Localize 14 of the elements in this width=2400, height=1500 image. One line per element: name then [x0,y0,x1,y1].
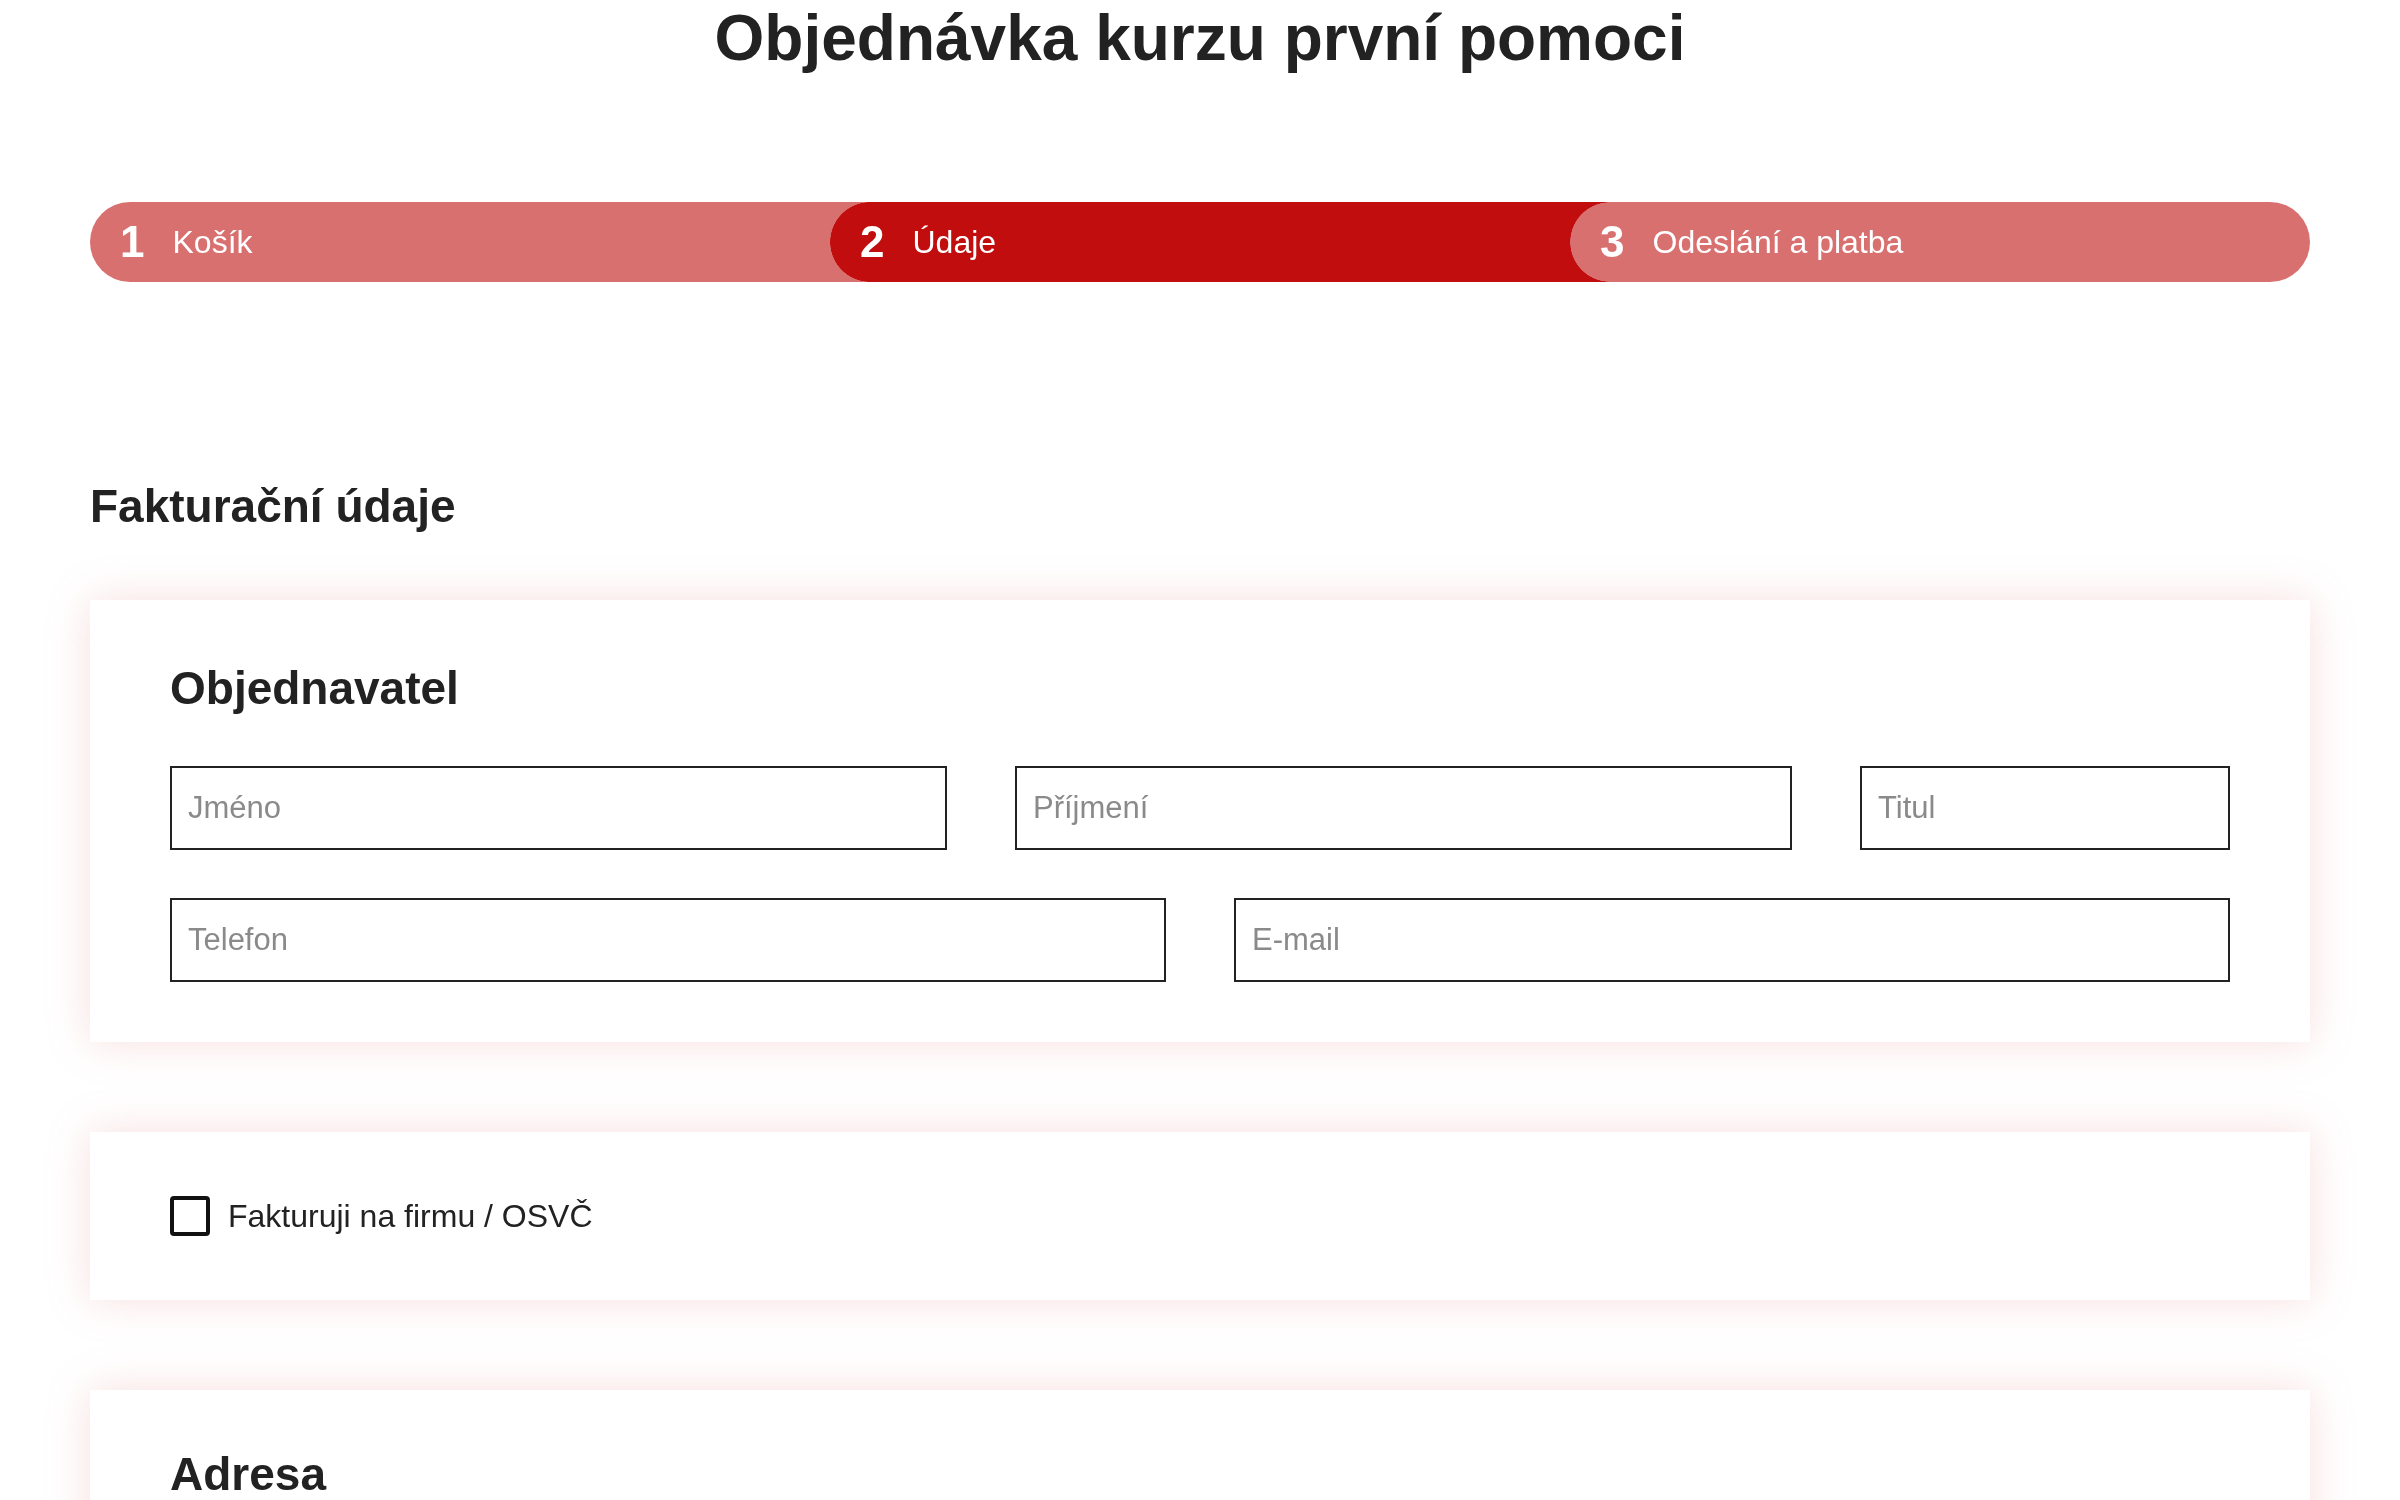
checkbox-label: Fakturuji na firmu / OSVČ [228,1197,593,1236]
card-title: Adresa [170,1447,328,1500]
step-tab[interactable]: 1 Košík [90,202,830,282]
text-field[interactable]: Příjmení [1015,766,1792,850]
step-tab[interactable]: 3 Odeslání a platba [1570,202,2310,282]
page-title: Objednávka kurzu první pomoci [714,1,1686,76]
text-field[interactable]: Titul [1860,766,2230,850]
section-title: Fakturační údaje [90,479,457,534]
card-title: Objednavatel [170,661,460,716]
text-field[interactable]: E-mail [1234,898,2230,982]
text-field[interactable]: Jméno [170,766,947,850]
checkbox[interactable] [170,1196,210,1236]
step-tab[interactable]: 2 Údaje [830,202,1570,282]
text-field[interactable]: Telefon [170,898,1166,982]
